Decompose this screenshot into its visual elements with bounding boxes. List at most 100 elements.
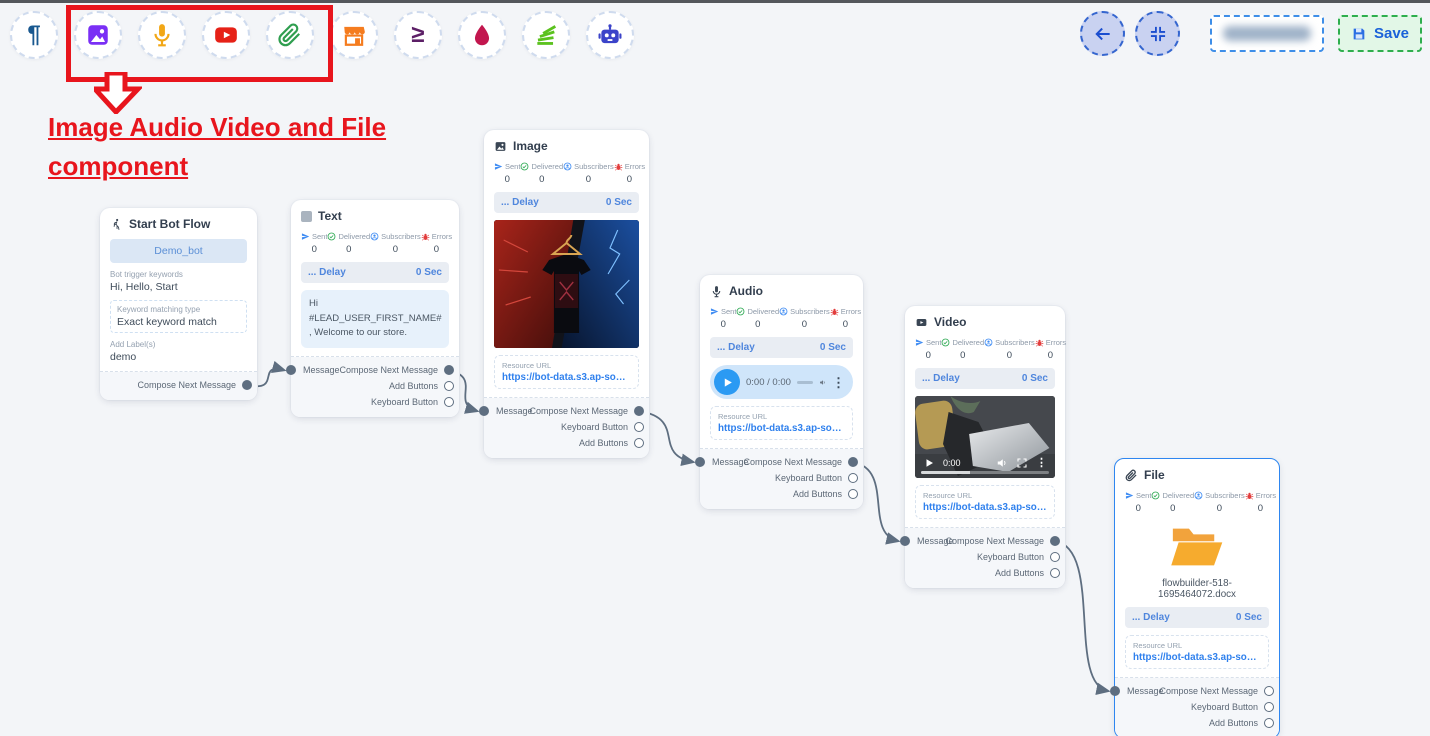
image-icon bbox=[494, 140, 507, 153]
sent-icon bbox=[1125, 491, 1134, 500]
output-port[interactable] bbox=[242, 380, 252, 390]
toolbar-text-button[interactable]: ¶ bbox=[10, 11, 58, 59]
delay-bar[interactable]: ... Delay0 Sec bbox=[1125, 607, 1269, 628]
microphone-icon bbox=[710, 285, 723, 298]
delivered-count: 0 bbox=[346, 244, 351, 255]
resource-url-link[interactable]: https://bot-data.s3.ap-southeast-1.wasab… bbox=[1133, 652, 1261, 663]
save-floppy-icon bbox=[1351, 26, 1367, 42]
resource-url-link[interactable]: https://bot-data.s3.ap-southeast-1.wasab… bbox=[502, 372, 631, 383]
save-button[interactable]: Save bbox=[1338, 15, 1422, 52]
volume-icon[interactable] bbox=[819, 376, 826, 389]
video-menu-icon[interactable]: ⋮ bbox=[1036, 458, 1047, 469]
audio-menu-icon[interactable]: ⋮ bbox=[832, 376, 845, 389]
annotation-text: Image Audio Video and File component bbox=[48, 108, 428, 186]
node-video[interactable]: Video Sent0 Delivered0 Subscribers0 Erro… bbox=[905, 306, 1065, 588]
node-audio[interactable]: Audio Sent0 Delivered0 Subscribers0 Erro… bbox=[700, 275, 863, 509]
delay-label: ... Delay bbox=[1132, 612, 1170, 623]
store-icon bbox=[341, 22, 367, 48]
youtube-icon bbox=[213, 22, 239, 48]
output-port[interactable] bbox=[848, 457, 858, 467]
input-port[interactable] bbox=[286, 365, 296, 375]
delay-label: ... Delay bbox=[501, 197, 539, 208]
flow-canvas[interactable]: ¶ ≥ Image Audio Video and File component… bbox=[0, 0, 1430, 736]
delivered-label: Delivered bbox=[338, 232, 370, 241]
toolbar-notes-button[interactable] bbox=[522, 11, 570, 59]
delay-bar[interactable]: ... Delay 0 Sec bbox=[494, 192, 639, 213]
sent-label: Sent bbox=[926, 338, 941, 347]
blurred-action-button[interactable] bbox=[1210, 15, 1324, 52]
back-button[interactable] bbox=[1080, 11, 1125, 56]
output-port[interactable] bbox=[1264, 686, 1274, 696]
audio-time: 0:00 / 0:00 bbox=[746, 377, 791, 388]
delivered-label: Delivered bbox=[747, 307, 779, 316]
add-buttons-port[interactable] bbox=[634, 438, 644, 448]
message-text[interactable]: Hi #LEAD_USER_FIRST_NAME# , Welcome to o… bbox=[301, 290, 449, 348]
subscribers-count: 0 bbox=[586, 174, 591, 185]
audio-progress[interactable] bbox=[797, 381, 813, 384]
add-buttons-port[interactable] bbox=[848, 489, 858, 499]
toolbar-image-button[interactable] bbox=[74, 11, 122, 59]
compose-next-message-label: Compose Next Message bbox=[137, 380, 236, 390]
keyboard-button-port[interactable] bbox=[848, 473, 858, 483]
errors-icon bbox=[1035, 338, 1044, 347]
output-port[interactable] bbox=[1050, 536, 1060, 546]
keyboard-button-port[interactable] bbox=[634, 422, 644, 432]
input-port[interactable] bbox=[900, 536, 910, 546]
resource-url-link[interactable]: https://bot-data.s3.ap-southeast-1.wasab… bbox=[718, 423, 845, 434]
toolbar-video-button[interactable] bbox=[202, 11, 250, 59]
toolbar-ecommerce-button[interactable] bbox=[330, 11, 378, 59]
delay-bar[interactable]: ... Delay0 Sec bbox=[301, 262, 449, 283]
output-port[interactable] bbox=[634, 406, 644, 416]
video-time: 0:00 bbox=[943, 458, 961, 468]
resource-url-box: Resource URL https://bot-data.s3.ap-sout… bbox=[1125, 635, 1269, 669]
volume-icon[interactable] bbox=[996, 457, 1008, 469]
keyboard-button-port[interactable] bbox=[1050, 552, 1060, 562]
add-buttons-port[interactable] bbox=[444, 381, 454, 391]
compose-next-message-label: Compose Next Message bbox=[743, 457, 842, 467]
audio-play-button[interactable] bbox=[714, 369, 740, 395]
bot-name-button[interactable]: Demo_bot bbox=[110, 239, 247, 263]
toolbar-audio-button[interactable] bbox=[138, 11, 186, 59]
output-port[interactable] bbox=[444, 365, 454, 375]
fullscreen-icon[interactable] bbox=[1016, 457, 1028, 469]
toolbar-chatbot-button[interactable] bbox=[586, 11, 634, 59]
input-port[interactable] bbox=[695, 457, 705, 467]
file-preview[interactable] bbox=[1125, 524, 1269, 570]
node-text[interactable]: Text Sent0 Delivered0 Subscribers0 Error… bbox=[291, 200, 459, 417]
input-port[interactable] bbox=[1110, 686, 1120, 696]
delay-bar[interactable]: ... Delay0 Sec bbox=[915, 368, 1055, 389]
add-buttons-port[interactable] bbox=[1050, 568, 1060, 578]
add-labels-value[interactable]: demo bbox=[110, 351, 247, 363]
toolbar-file-button[interactable] bbox=[266, 11, 314, 59]
toolbar-drip-button[interactable] bbox=[458, 11, 506, 59]
errors-icon bbox=[421, 232, 430, 241]
subscribers-icon bbox=[370, 232, 379, 241]
delay-bar[interactable]: ... Delay0 Sec bbox=[710, 337, 853, 358]
toolbar-sequence-button[interactable]: ≥ bbox=[394, 11, 442, 59]
video-preview[interactable]: 0:00 ⋮ bbox=[915, 396, 1055, 478]
keyboard-button-port[interactable] bbox=[1264, 702, 1274, 712]
errors-label: Errors bbox=[1046, 338, 1066, 347]
matching-type-value[interactable]: Exact keyword match bbox=[117, 316, 240, 328]
add-buttons-port[interactable] bbox=[1264, 718, 1274, 728]
delivered-icon bbox=[520, 162, 529, 171]
play-icon bbox=[721, 376, 734, 389]
keyboard-button-port[interactable] bbox=[444, 397, 454, 407]
paperclip-icon bbox=[1125, 469, 1138, 482]
node-file[interactable]: File Sent0 Delivered0 Subscribers0 Error… bbox=[1114, 458, 1280, 736]
stats-row: Sent0 Delivered0 Subscribers0 Errors0 bbox=[915, 338, 1055, 361]
delay-value: 0 Sec bbox=[606, 197, 632, 208]
video-progress[interactable] bbox=[921, 471, 1049, 474]
sent-count: 0 bbox=[926, 350, 931, 361]
node-start-bot-flow[interactable]: Start Bot Flow Demo_bot Bot trigger keyw… bbox=[100, 208, 257, 400]
trigger-keywords-value[interactable]: Hi, Hello, Start bbox=[110, 281, 247, 293]
errors-count: 0 bbox=[843, 319, 848, 330]
delay-value: 0 Sec bbox=[820, 342, 846, 353]
node-image[interactable]: Image Sent0 Delivered0 Subscribers0 Erro… bbox=[484, 130, 649, 458]
image-preview[interactable] bbox=[494, 220, 639, 348]
input-port[interactable] bbox=[479, 406, 489, 416]
fit-view-button[interactable] bbox=[1135, 11, 1180, 56]
play-icon[interactable] bbox=[923, 457, 935, 469]
back-arrow-icon bbox=[1093, 24, 1113, 44]
resource-url-link[interactable]: https://bot-data.s3.ap-southeast-1.wasab… bbox=[923, 502, 1047, 513]
